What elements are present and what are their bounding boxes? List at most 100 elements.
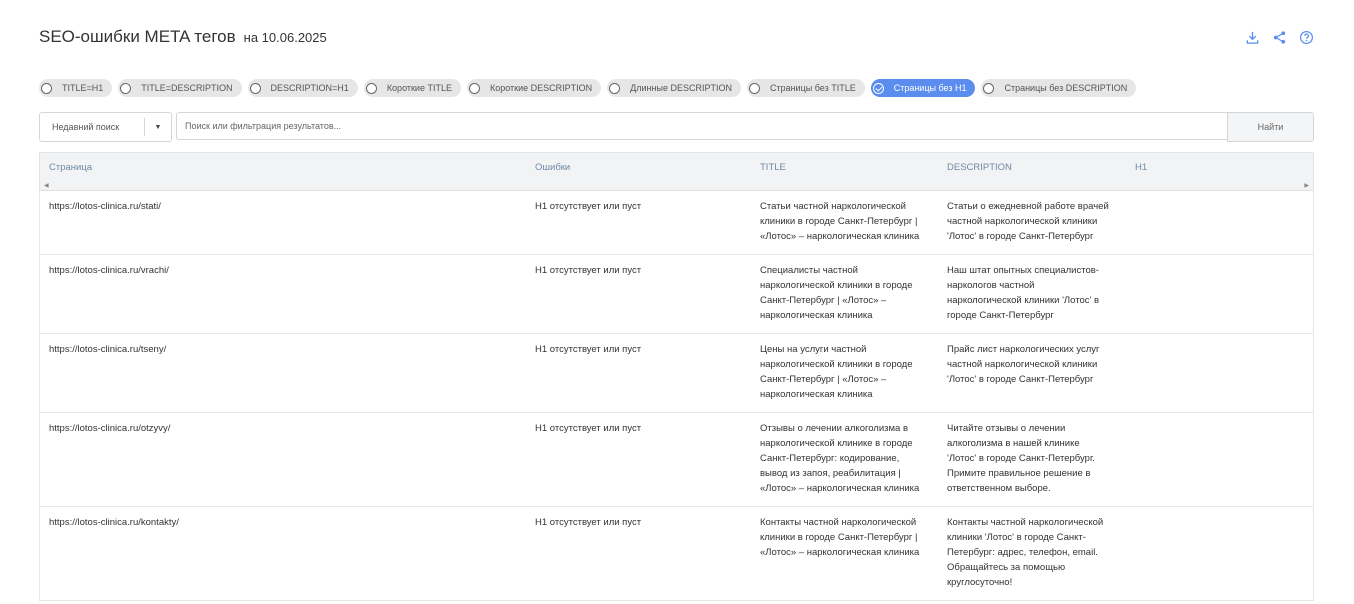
title-line: Санкт-Петербург | «Лотос» – bbox=[760, 374, 887, 385]
filter-chip-label: Короткие TITLE bbox=[386, 83, 452, 93]
description-line: Статьи о ежедневной работе врачей bbox=[947, 201, 1109, 212]
description-line: 'Лотос' в городе Санкт-Петербург bbox=[947, 374, 1094, 385]
description-line: Наш штат опытных специалистов- bbox=[947, 265, 1099, 276]
page-header: SEO-ошибки META тегов на 10.06.2025 bbox=[39, 27, 327, 47]
title-line: наркологической клинике в городе bbox=[760, 438, 913, 449]
filter-chip-label: TITLE=H1 bbox=[62, 83, 104, 93]
radio-circle-icon bbox=[120, 82, 132, 94]
results-table: Страница Ошибки TITLE DESCRIPTION H1 ◀ ▶… bbox=[39, 152, 1314, 601]
description-line: Петербург: адрес, телефон, email. bbox=[947, 547, 1098, 558]
title-line: Цены на услуги частной bbox=[760, 344, 867, 355]
column-header-page[interactable]: Страница bbox=[49, 162, 92, 173]
filter-chips: TITLE=H1 TITLE=DESCRIPTION DESCRIPTION=H1 К… bbox=[39, 79, 1137, 97]
column-header-description[interactable]: DESCRIPTION bbox=[947, 162, 1012, 173]
help-icon[interactable] bbox=[1298, 29, 1314, 45]
description-line: 'Лотос' в городе Санкт-Петербург bbox=[947, 231, 1094, 242]
filter-chip[interactable]: Короткие TITLE bbox=[363, 79, 461, 97]
radio-circle-icon bbox=[41, 82, 52, 94]
description-line: городе Санкт-Петербург bbox=[947, 310, 1054, 321]
radio-circle-icon bbox=[468, 82, 480, 94]
radio-circle-icon bbox=[983, 82, 995, 94]
description-line: алкоголизма в нашей клинике bbox=[947, 438, 1080, 449]
column-header-h1[interactable]: H1 bbox=[1135, 162, 1147, 173]
filter-chip[interactable]: Страницы без H1 bbox=[870, 79, 976, 97]
title-line: наркологической клиники в городе bbox=[760, 280, 913, 291]
title-line: клиники в городе Санкт-Петербург | bbox=[760, 216, 918, 227]
title-cell: Контакты частной наркологической клиники … bbox=[760, 515, 932, 560]
title-cell: Статьи частной наркологической клиники в … bbox=[760, 199, 932, 244]
description-line: клиники 'Лотос' в городе Санкт- bbox=[947, 532, 1086, 543]
download-icon[interactable] bbox=[1244, 29, 1260, 45]
title-line: Контакты частной наркологической bbox=[760, 517, 917, 528]
scroll-left-icon[interactable]: ◀ bbox=[44, 182, 49, 189]
filter-chip-label: DESCRIPTION=H1 bbox=[270, 83, 349, 93]
filter-chip-label: Страницы без H1 bbox=[893, 83, 967, 93]
title-line: Специалисты частной bbox=[760, 265, 858, 276]
page-title: SEO-ошибки META тегов bbox=[39, 27, 236, 46]
description-cell: Читайте отзывы о лечении алкоголизма в на… bbox=[947, 421, 1117, 496]
table-row: https://lotos-clinica.ru/tseny/H1 отсутс… bbox=[39, 334, 1314, 413]
table-row: https://lotos-clinica.ru/stati/H1 отсутс… bbox=[39, 191, 1314, 255]
error-cell: H1 отсутствует или пуст bbox=[535, 517, 642, 528]
description-cell: Наш штат опытных специалистов-наркологов… bbox=[947, 263, 1117, 323]
filter-chip[interactable]: Страницы без DESCRIPTION bbox=[981, 79, 1137, 97]
filter-chip[interactable]: Длинные DESCRIPTION bbox=[607, 79, 741, 97]
header-actions bbox=[1244, 29, 1314, 45]
page-url-cell[interactable]: https://lotos-clinica.ru/stati/ bbox=[49, 199, 161, 214]
chevron-down-icon[interactable]: ▼ bbox=[145, 124, 171, 131]
recent-search-label: Недавний поиск bbox=[52, 122, 120, 132]
table-row: https://lotos-clinica.ru/vrachi/H1 отсут… bbox=[39, 255, 1314, 334]
title-line: «Лотос» – наркологическая клиника bbox=[760, 231, 920, 242]
error-cell: H1 отсутствует или пуст bbox=[535, 423, 642, 434]
column-header-title[interactable]: TITLE bbox=[760, 162, 786, 173]
description-line: частной наркологической клиники bbox=[947, 359, 1098, 370]
find-button[interactable]: Найти bbox=[1227, 112, 1314, 142]
scroll-right-icon[interactable]: ▶ bbox=[1304, 182, 1309, 189]
page-url-cell[interactable]: https://lotos-clinica.ru/otzyvy/ bbox=[49, 421, 170, 436]
recent-search-dropdown[interactable]: Недавний поиск ▼ bbox=[39, 112, 172, 142]
title-line: Санкт-Петербург: кодирование, bbox=[760, 453, 900, 464]
title-line: «Лотос» – наркологическая клиника bbox=[760, 547, 920, 558]
column-header-errors[interactable]: Ошибки bbox=[535, 162, 570, 173]
title-line: клиники в городе Санкт-Петербург | bbox=[760, 532, 918, 543]
filter-chip[interactable]: Короткие DESCRIPTION bbox=[466, 79, 602, 97]
table-row: https://lotos-clinica.ru/kontakty/H1 отс… bbox=[39, 507, 1314, 601]
filter-chip-label: Страницы без TITLE bbox=[769, 83, 856, 93]
filter-chip-label: Длинные DESCRIPTION bbox=[630, 83, 732, 93]
description-line: частной наркологической клиники bbox=[947, 216, 1098, 227]
error-cell: H1 отсутствует или пуст bbox=[535, 201, 642, 212]
filter-chip[interactable]: TITLE=H1 bbox=[39, 79, 113, 97]
filter-chip[interactable]: Страницы без TITLE bbox=[746, 79, 865, 97]
title-cell: Отзывы о лечении алкоголизма в наркологич… bbox=[760, 421, 932, 496]
page-url-cell[interactable]: https://lotos-clinica.ru/vrachi/ bbox=[49, 263, 169, 278]
title-line: Статьи частной наркологической bbox=[760, 201, 906, 212]
description-line: круглосуточно! bbox=[947, 577, 1013, 588]
error-cell: H1 отсутствует или пуст bbox=[535, 344, 642, 355]
search-bar: Недавний поиск ▼ Найти bbox=[39, 112, 1314, 142]
title-line: Санкт-Петербург | «Лотос» – bbox=[760, 295, 887, 306]
description-line: Прайс лист наркологических услуг bbox=[947, 344, 1100, 355]
filter-chip[interactable]: TITLE=DESCRIPTION bbox=[118, 79, 242, 97]
search-input[interactable] bbox=[176, 112, 1227, 140]
description-line: наркологов частной bbox=[947, 280, 1035, 291]
title-cell: Цены на услуги частной наркологической кл… bbox=[760, 342, 932, 402]
title-line: «Лотос» – наркологическая клиника bbox=[760, 483, 920, 494]
share-icon[interactable] bbox=[1271, 29, 1287, 45]
title-line: наркологическая клиника bbox=[760, 389, 873, 400]
title-line: наркологической клиники в городе bbox=[760, 359, 913, 370]
page-url-cell[interactable]: https://lotos-clinica.ru/kontakty/ bbox=[49, 515, 179, 530]
check-circle-icon bbox=[872, 82, 884, 94]
description-line: ответственном выборе. bbox=[947, 483, 1051, 494]
title-cell: Специалисты частной наркологической клини… bbox=[760, 263, 932, 323]
filter-chip[interactable]: DESCRIPTION=H1 bbox=[247, 79, 358, 97]
filter-chip-label: TITLE=DESCRIPTION bbox=[141, 83, 233, 93]
radio-circle-icon bbox=[249, 82, 261, 94]
title-line: наркологическая клиника bbox=[760, 310, 873, 321]
description-line: 'Лотос' в городе Санкт-Петербург. bbox=[947, 453, 1095, 464]
description-cell: Статьи о ежедневной работе врачей частной… bbox=[947, 199, 1117, 244]
radio-circle-icon bbox=[609, 82, 621, 94]
filter-chip-label: Короткие DESCRIPTION bbox=[489, 83, 593, 93]
radio-circle-icon bbox=[365, 82, 377, 94]
page-url-cell[interactable]: https://lotos-clinica.ru/tseny/ bbox=[49, 342, 166, 357]
title-line: вывод из запоя, реабилитация | bbox=[760, 468, 901, 479]
